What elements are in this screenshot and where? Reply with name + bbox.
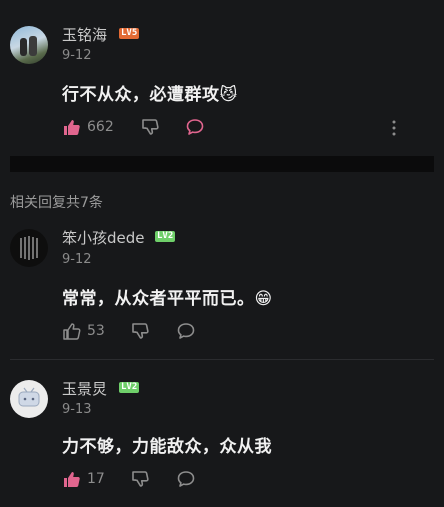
avatar[interactable] bbox=[10, 380, 48, 418]
thumb-down-icon[interactable] bbox=[130, 321, 150, 341]
comment-icon[interactable] bbox=[185, 117, 205, 137]
comment-text: 常常，从众者平平而已。😁 bbox=[62, 284, 273, 309]
grin-emoji: 😁 bbox=[254, 289, 273, 309]
thumb-up-icon[interactable] bbox=[62, 321, 82, 341]
username-text[interactable]: 玉铭海 bbox=[62, 26, 107, 44]
thumb-up-icon[interactable] bbox=[62, 117, 82, 137]
like-count: 662 bbox=[87, 119, 114, 135]
comment-icon[interactable] bbox=[176, 321, 196, 341]
reply-divider bbox=[10, 359, 434, 360]
comment-text: 行不从众，必遭群攻😼 bbox=[62, 80, 238, 105]
level-badge: LV5 bbox=[119, 28, 140, 39]
like-count: 53 bbox=[87, 323, 105, 339]
username-text[interactable]: 玉景炅 bbox=[62, 380, 107, 398]
username-text[interactable]: 笨小孩dede bbox=[62, 229, 145, 247]
comment-date: 9-13 bbox=[62, 402, 92, 417]
cat-emoji: 😼 bbox=[219, 85, 238, 105]
level-badge: LV2 bbox=[119, 382, 140, 393]
thumb-down-icon[interactable] bbox=[130, 469, 150, 489]
username[interactable]: 笨小孩dede bbox=[62, 227, 145, 248]
thumb-down-icon[interactable] bbox=[140, 117, 160, 137]
avatar[interactable] bbox=[10, 229, 48, 267]
comment-body: 常常，从众者平平而已。 bbox=[62, 289, 255, 309]
thumb-up-icon[interactable] bbox=[62, 469, 82, 489]
avatar[interactable] bbox=[10, 26, 48, 64]
comment-date: 9-12 bbox=[62, 48, 92, 63]
username[interactable]: 玉景炅 bbox=[62, 378, 107, 399]
comment-icon[interactable] bbox=[176, 469, 196, 489]
more-icon[interactable] bbox=[387, 118, 401, 138]
username[interactable]: 玉铭海 bbox=[62, 24, 107, 45]
comment-date: 9-12 bbox=[62, 252, 92, 267]
replies-header: 相关回复共7条 bbox=[10, 195, 103, 211]
comment-body: 行不从众，必遭群攻 bbox=[62, 85, 220, 105]
comment-text: 力不够，力能敌众，众从我 bbox=[62, 437, 272, 457]
section-divider bbox=[10, 156, 434, 172]
level-badge: LV2 bbox=[155, 231, 176, 242]
like-count: 17 bbox=[87, 471, 105, 487]
